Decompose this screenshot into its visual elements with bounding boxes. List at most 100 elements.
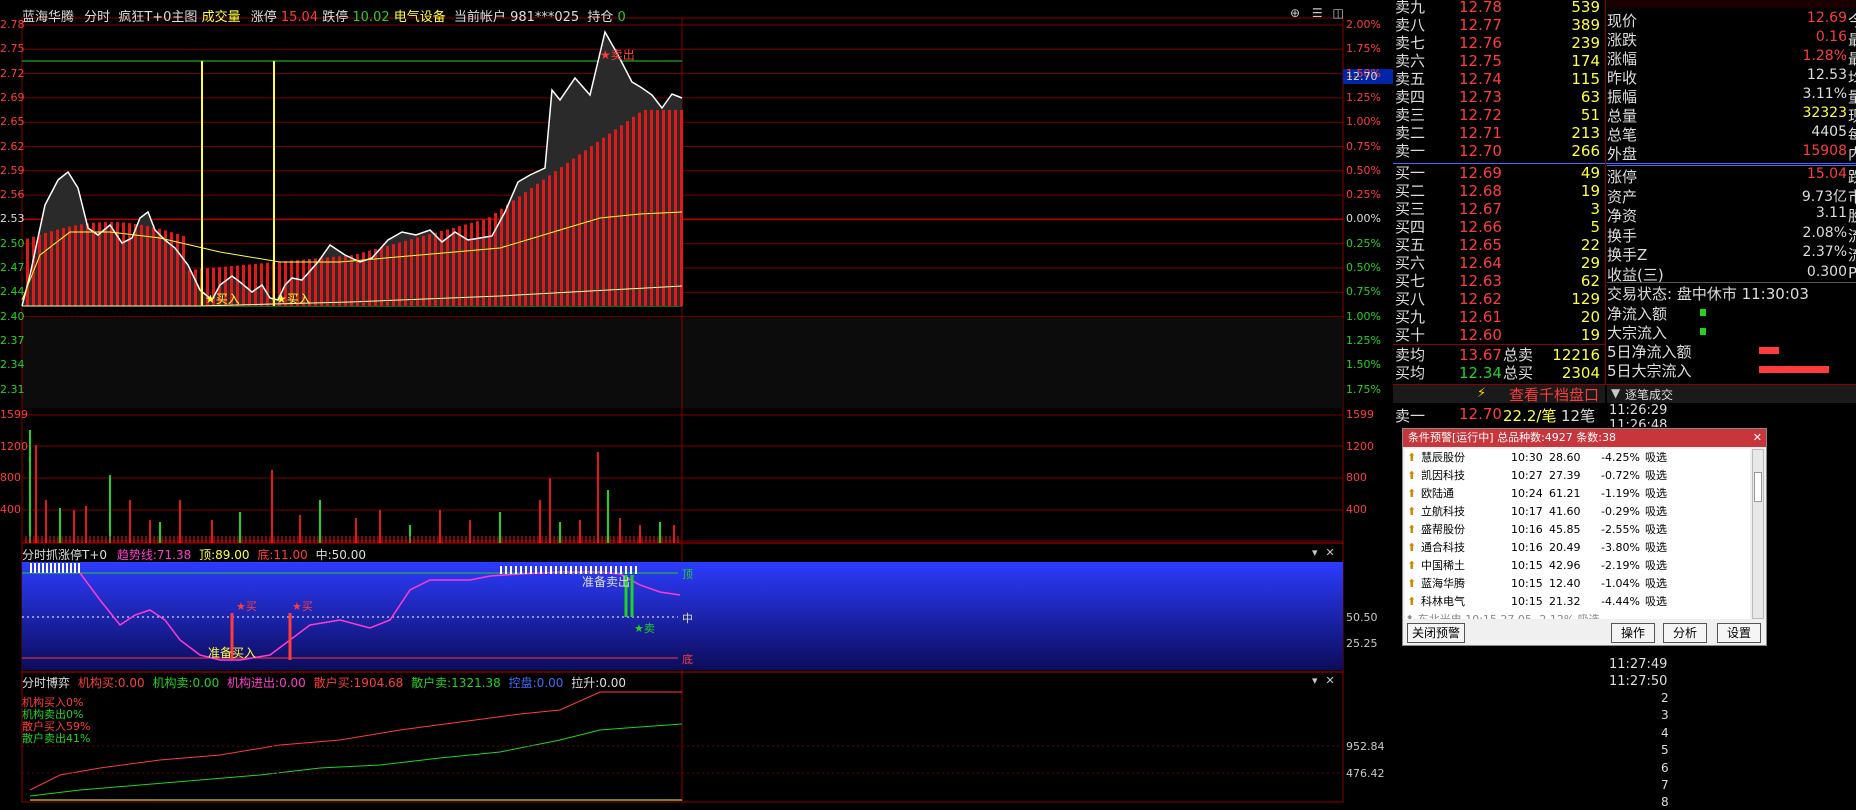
price-tick-left: 2.59 (0, 163, 25, 177)
alert-stock-name: 中国稀土 (1421, 559, 1465, 572)
alert-row[interactable]: ⬆ 通合科技 10:16 20.49 -3.80% 吸选 (1405, 539, 1750, 557)
tick-toggle-icon[interactable]: ▼ (1611, 386, 1620, 400)
alert-title[interactable]: 条件预警[运行中] 总品种数:4927 条数:38 ✕ (1403, 429, 1766, 447)
alert-row[interactable]: ⬆ 立航科技 10:17 41.60 -0.29% 吸选 (1405, 503, 1750, 521)
alert-row[interactable]: ⬆ 盛帮股份 10:16 45.85 -2.55% 吸选 (1405, 521, 1750, 539)
alert-time: 10:15 (1511, 595, 1543, 608)
orderbook-price: 12.78 (1459, 0, 1502, 16)
stat-suffix: 市 (1848, 187, 1856, 205)
pct-tick-right: 1.50% (1346, 358, 1381, 372)
alert-scrollbar[interactable] (1752, 449, 1764, 619)
lift-label: 拉升: (571, 676, 600, 690)
prepare-buy-label: 准备买入 (208, 646, 257, 660)
orderbook-buy-row[interactable]: 买十 12.60 19 (1393, 326, 1605, 344)
up-arrow-icon: ⬆ (1407, 487, 1417, 500)
retail-sell-line (29, 723, 683, 797)
sector-label[interactable]: 电气设备 (394, 10, 446, 25)
orderbook-sell-row[interactable]: 卖二 12.71 213 (1393, 124, 1605, 142)
amount-bar (320, 257, 323, 306)
amount-bar (140, 224, 143, 306)
orderbook-sell-row[interactable]: 卖五 12.74 115 (1393, 70, 1605, 88)
operate-button[interactable]: 操作 (1611, 623, 1655, 643)
orderbook-sell-row[interactable]: 卖九 12.78 539 (1393, 0, 1605, 16)
alert-list[interactable]: ⬆ 慧辰股份 10:30 28.60 -4.25% 吸选 ⬆ 凯因科技 10:27 27.39 -0… (1405, 449, 1750, 619)
orderbook-sell-row[interactable]: 卖七 12.76 239 (1393, 34, 1605, 52)
tick-number: 6 (1661, 760, 1669, 775)
orderbook-sell-row[interactable]: 卖一 12.70 266 (1393, 142, 1605, 160)
inst-sell-label: 机构卖: (152, 676, 193, 690)
analyze-button[interactable]: 分析 (1663, 623, 1707, 643)
prepare-sell-label: 准备卖出 (582, 575, 631, 589)
alert-row[interactable]: ⬆ 蓝海华腾 10:15 12.40 -1.04% 吸选 (1405, 575, 1750, 593)
top-marker (54, 563, 56, 573)
amount-bar (662, 110, 665, 306)
orderbook-level-label: 卖五 (1395, 70, 1426, 88)
panel3-axis-1: 952.84 (1346, 740, 1385, 753)
strategy-label[interactable]: 疯狂T+0主图 (118, 10, 197, 25)
stat-value: 12.69 (1806, 10, 1847, 26)
close-icon[interactable]: ✕ (1326, 546, 1335, 559)
alert-row[interactable]: ⬆ 中国稀土 10:15 42.96 -2.19% 吸选 (1405, 557, 1750, 575)
panel3-axis-2: 476.42 (1346, 767, 1385, 780)
stats-top-bar (1607, 0, 1856, 8)
orderbook-sell-row[interactable]: 卖四 12.73 63 (1393, 88, 1605, 106)
sell-mark: ★卖 (634, 622, 655, 635)
scroll-thumb[interactable] (1754, 472, 1762, 502)
amount-bar (152, 227, 155, 306)
condition-alert-window[interactable]: 条件预警[运行中] 总品种数:4927 条数:38 ✕ ⬆ 慧辰股份 10:30 28.… (1402, 428, 1767, 646)
stat-value: 15.04 (1806, 166, 1847, 182)
close-icon[interactable]: ✕ (1753, 429, 1762, 447)
alert-price: 41.60 (1549, 505, 1581, 518)
orderbook-buy-row[interactable]: 买二 12.68 19 (1393, 182, 1605, 200)
orderbook-sell-row[interactable]: 卖六 12.75 174 (1393, 52, 1605, 70)
vol-tick-right: 400 (1346, 502, 1367, 516)
close-alert-button[interactable]: 关闭预警 (1407, 623, 1465, 643)
orderbook-buy-row[interactable]: 买七 12.63 62 (1393, 272, 1605, 290)
collapse-icon[interactable]: ▾ (1312, 546, 1318, 559)
zoom-icon[interactable]: ⊕ (1290, 6, 1300, 20)
orderbook-buy-row[interactable]: 买六 12.64 29 (1393, 254, 1605, 272)
orderbook-buy-row[interactable]: 买一 12.69 49 (1393, 164, 1605, 182)
amount-bar (386, 245, 389, 306)
price-tick-left: 2.31 (0, 382, 25, 396)
orderbook-sell-row[interactable]: 卖八 12.77 389 (1393, 16, 1605, 34)
amount-bar (548, 175, 551, 306)
alert-row[interactable]: ⬆ 科林电气 10:15 21.32 -4.44% 吸选 (1405, 593, 1750, 611)
amount-bar (560, 167, 563, 306)
stat-suffix: 量 (1848, 88, 1856, 105)
close-icon[interactable]: ✕ (1326, 674, 1335, 687)
collapse-icon[interactable]: ▾ (1312, 674, 1318, 687)
stat-value: 15908 (1802, 143, 1847, 159)
alert-time: 10:30 (1511, 451, 1543, 464)
restore-icon[interactable]: ◫ (1332, 6, 1343, 20)
tick-time: 11:27:49 (1609, 657, 1668, 672)
orderbook-volume: 19 (1580, 182, 1600, 200)
mode-label[interactable]: 分时 (84, 10, 110, 25)
amount-bar (476, 221, 479, 306)
menu-icon[interactable]: ☰ (1312, 6, 1323, 20)
orderbook-sell-row[interactable]: 卖三 12.72 51 (1393, 106, 1605, 124)
view-depth-link[interactable]: 查看千档盘口 (1509, 384, 1599, 405)
alert-stock-name: 立航科技 (1421, 505, 1465, 518)
flow-bar (1700, 309, 1706, 316)
intraday-chart-area[interactable]: 蓝海华腾 分时 疯狂T+0主图 成交量 涨停 15.04 跌停 10.02 电气… (0, 0, 1393, 804)
amount-bar (128, 223, 131, 306)
settings-button[interactable]: 设置 (1717, 623, 1761, 643)
orderbook-price: 12.60 (1459, 326, 1502, 344)
alert-row[interactable]: ⬆ 凯因科技 10:27 27.39 -0.72% 吸选 (1405, 467, 1750, 485)
stat-value: 2.37% (1802, 244, 1847, 260)
orderbook-buy-row[interactable]: 买九 12.61 20 (1393, 308, 1605, 326)
orderbook-volume: 239 (1571, 34, 1600, 52)
top-marker (30, 563, 32, 573)
alert-row[interactable]: ⬆ 慧辰股份 10:30 28.60 -4.25% 吸选 (1405, 449, 1750, 467)
orderbook-buy-row[interactable]: 买八 12.62 129 (1393, 290, 1605, 308)
orderbook-buy-row[interactable]: 买五 12.65 22 (1393, 236, 1605, 254)
orderbook-buy-row[interactable]: 买三 12.67 3 (1393, 200, 1605, 218)
top-marker (515, 566, 517, 574)
amount-bar (644, 110, 647, 306)
alert-row[interactable]: ⬆ 欧陆通 10:24 61.21 -1.19% 吸选 (1405, 485, 1750, 503)
vol-tick-right: 1599 (1346, 408, 1374, 421)
orderbook-buy-row[interactable]: 买四 12.66 5 (1393, 218, 1605, 236)
amount-bar (26, 238, 29, 306)
amount-bar (68, 226, 71, 306)
